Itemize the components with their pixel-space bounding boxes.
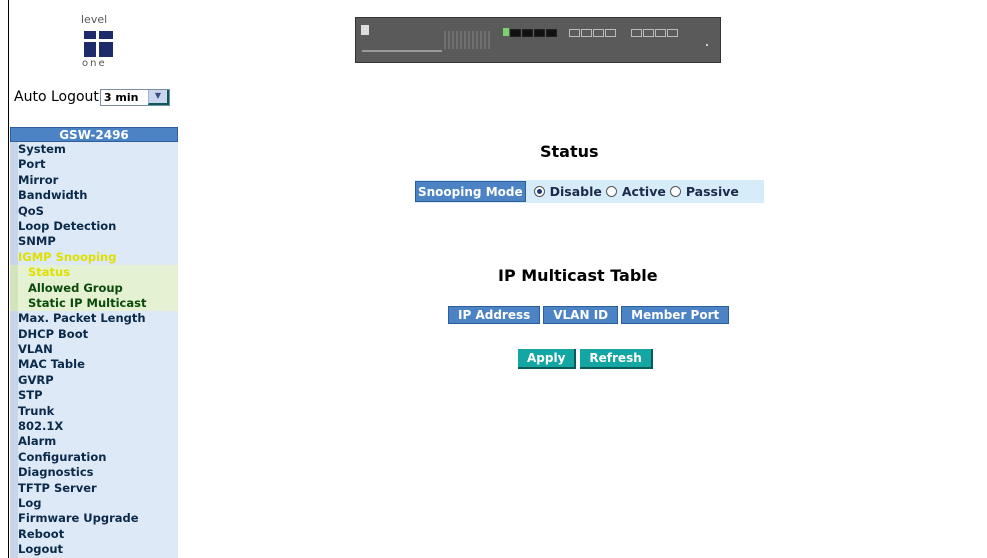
menu-item-system[interactable]: System	[10, 142, 178, 158]
apply-button[interactable]: Apply	[518, 349, 577, 369]
radio-active-label: Active	[621, 184, 666, 199]
switch-led	[503, 28, 509, 36]
radio-passive-label: Passive	[685, 184, 739, 199]
menu-item-alarm[interactable]: Alarm	[10, 434, 178, 450]
levelone-logo: level one	[79, 13, 121, 73]
menu-title: GSW-2496	[10, 127, 178, 142]
column-header-member-port: Member Port	[621, 306, 730, 324]
action-buttons: Apply Refresh	[518, 349, 653, 369]
auto-logout-label: Auto Logout	[14, 89, 99, 105]
radio-disable[interactable]	[533, 186, 545, 197]
column-header-ip-address: IP Address	[448, 306, 541, 324]
logo-bottom-text: one	[82, 58, 107, 69]
logo-block	[84, 42, 96, 57]
logo-block	[99, 42, 113, 57]
menu-item-qos[interactable]: QoS	[10, 203, 178, 219]
menu-item-802-1x[interactable]: 802.1X	[10, 419, 178, 435]
sidebar-menu: GSW-2496 System Port Mirror Bandwidth Qo…	[10, 127, 178, 558]
menu-item-firmware-upgrade[interactable]: Firmware Upgrade	[10, 511, 178, 527]
ip-multicast-table-header: IP Address VLAN ID Member Port	[448, 306, 730, 324]
radio-option-passive[interactable]: Passive	[669, 184, 739, 199]
menu-item-diagnostics[interactable]: Diagnostics	[10, 465, 178, 481]
auto-logout: Auto Logout 3 min ▼	[14, 87, 170, 107]
submenu-item-status[interactable]: Status	[10, 265, 178, 281]
menu-item-gvrp[interactable]: GVRP	[10, 372, 178, 389]
chevron-down-icon[interactable]: ▼	[147, 89, 169, 105]
snooping-mode-row: Snooping Mode Disable Active Passive	[415, 180, 764, 203]
auto-logout-value: 3 min	[103, 90, 139, 104]
menu-item-igmp-snooping[interactable]: IGMP Snooping	[10, 249, 178, 266]
ip-multicast-table-heading: IP Multicast Table	[498, 266, 658, 285]
menu-item-tftp-server[interactable]: TFTP Server	[10, 480, 178, 496]
submenu-item-static-ip-multicast[interactable]: Static IP Multicast	[10, 295, 178, 312]
menu-item-mac-table[interactable]: MAC Table	[10, 357, 178, 373]
logo-top-text: level	[81, 13, 108, 26]
radio-option-active[interactable]: Active	[605, 184, 666, 199]
menu-item-reboot[interactable]: Reboot	[10, 526, 178, 543]
logo-block	[99, 31, 113, 39]
switch-front-panel-image	[355, 17, 721, 63]
menu-item-configuration[interactable]: Configuration	[10, 449, 178, 466]
switch-model-strip	[362, 50, 442, 52]
menu-item-max-packet-length[interactable]: Max. Packet Length	[10, 311, 178, 327]
menu-item-port[interactable]: Port	[10, 157, 178, 173]
menu-item-snmp[interactable]: SNMP	[10, 234, 178, 250]
switch-dot	[706, 44, 708, 46]
radio-active[interactable]	[605, 186, 617, 197]
switch-logo	[361, 25, 369, 35]
refresh-button[interactable]: Refresh	[580, 349, 653, 369]
radio-option-disable[interactable]: Disable	[533, 184, 602, 199]
menu-item-loop-detection[interactable]: Loop Detection	[10, 218, 178, 235]
menu-item-dhcp-boot[interactable]: DHCP Boot	[10, 326, 178, 343]
auto-logout-select[interactable]: 3 min ▼	[99, 88, 170, 106]
menu-item-logout[interactable]: Logout	[10, 542, 178, 558]
snooping-mode-label: Snooping Mode	[415, 181, 526, 202]
switch-port-group	[631, 28, 678, 48]
menu-item-log[interactable]: Log	[10, 495, 178, 512]
status-heading: Status	[540, 142, 599, 161]
menu-item-mirror[interactable]: Mirror	[10, 172, 178, 189]
switch-port-group-active	[510, 28, 557, 48]
logo-block	[84, 31, 96, 39]
menu-item-stp[interactable]: STP	[10, 388, 178, 404]
radio-passive[interactable]	[669, 186, 681, 197]
menu-item-bandwidth[interactable]: Bandwidth	[10, 188, 178, 204]
menu-item-vlan[interactable]: VLAN	[10, 342, 178, 358]
switch-ports-small	[444, 31, 490, 49]
submenu-item-allowed-group[interactable]: Allowed Group	[10, 280, 178, 296]
column-header-vlan-id: VLAN ID	[543, 306, 619, 324]
left-border	[8, 0, 9, 558]
radio-disable-label: Disable	[549, 184, 602, 199]
menu-item-trunk[interactable]: Trunk	[10, 403, 178, 420]
switch-port-group	[569, 28, 616, 48]
